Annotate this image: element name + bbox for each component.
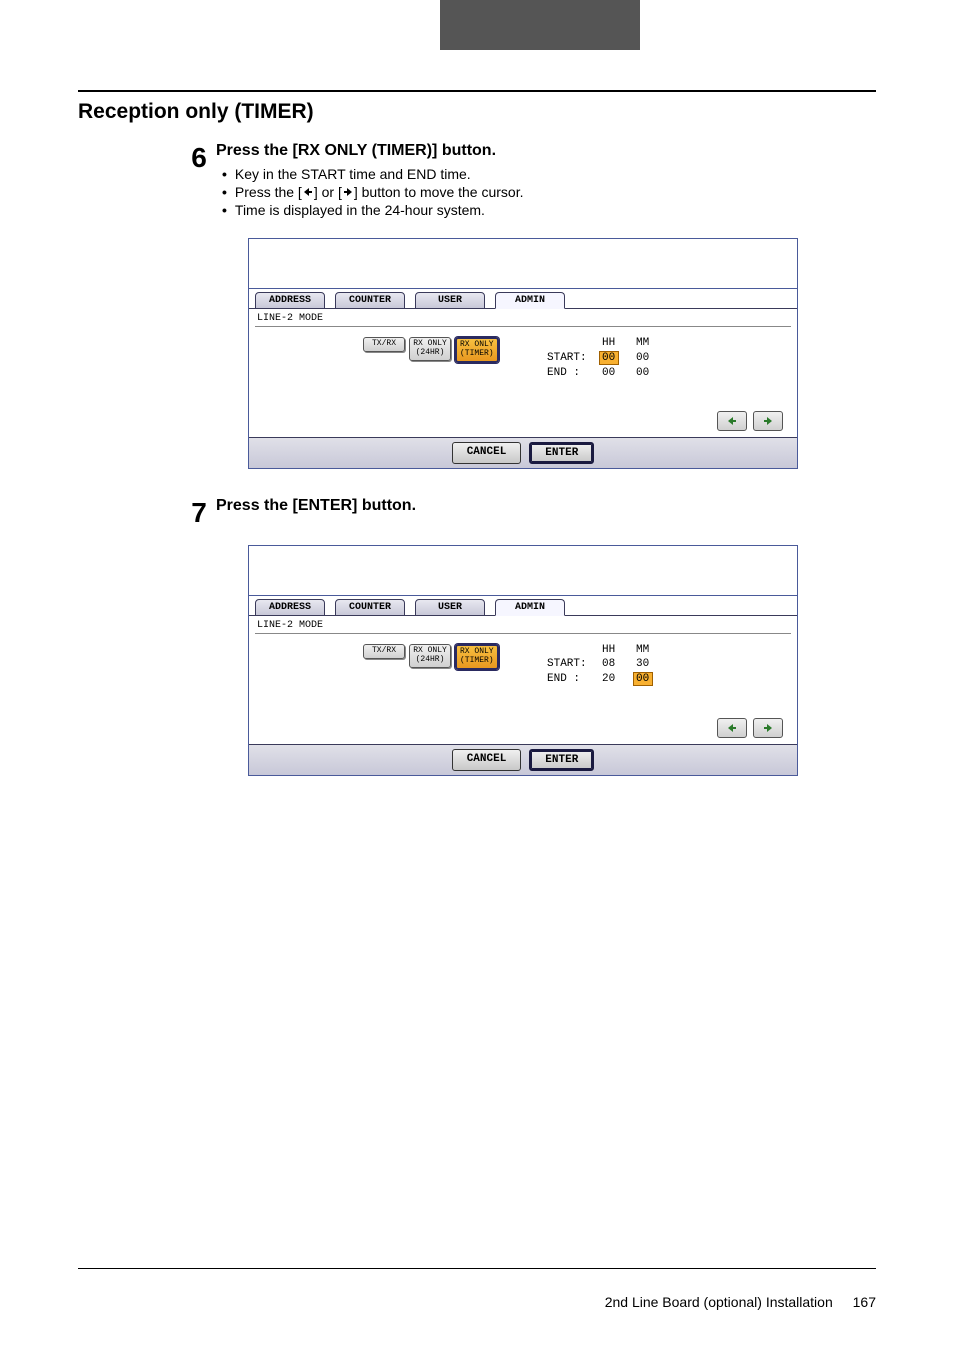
panel-wrap-7: ADDRESS COUNTER USER ADMINLINE-2 MODE TX/RX R… [248, 545, 798, 776]
arrow-right-button[interactable] [753, 411, 783, 431]
tab-user[interactable]: USER [415, 599, 485, 616]
page-footer: 2nd Line Board (optional) Installation 1… [605, 1294, 876, 1310]
page-number: 167 [853, 1294, 876, 1310]
tab-admin[interactable]: ADMIN [495, 599, 565, 616]
footer-text: 2nd Line Board (optional) Installation [605, 1294, 833, 1310]
nav-arrows [249, 405, 797, 437]
mode-button-2[interactable]: RX ONLY(TIMER) [455, 337, 499, 363]
cancel-button[interactable]: CANCEL [452, 749, 522, 771]
mode-label: LINE-2 MODE [249, 616, 797, 631]
mode-button-1[interactable]: RX ONLY(24HR) [409, 644, 451, 668]
mode-buttons: TX/RX RX ONLY(24HR)RX ONLY(TIMER) [257, 335, 527, 405]
panel-blank-area [249, 239, 797, 289]
mode-label: LINE-2 MODE [249, 309, 797, 324]
step-7: 7Press the [ENTER] button. [182, 497, 876, 527]
tab-row: ADDRESS COUNTER USER ADMIN [249, 289, 797, 309]
tab-row: ADDRESS COUNTER USER ADMIN [249, 596, 797, 616]
panel-blank-area [249, 546, 797, 596]
panel-wrap-6: ADDRESS COUNTER USER ADMINLINE-2 MODE TX/RX R… [248, 238, 798, 469]
panel-footer: CANCEL ENTER [249, 437, 797, 468]
rule-top [78, 90, 876, 92]
cancel-button[interactable]: CANCEL [452, 442, 522, 464]
panel-footer: CANCEL ENTER [249, 744, 797, 775]
mode-button-0[interactable]: TX/RX [363, 337, 405, 352]
tab-counter[interactable]: COUNTER [335, 292, 405, 309]
tab-counter[interactable]: COUNTER [335, 599, 405, 616]
page-content: Reception only (TIMER) 6Press the [RX ON… [0, 0, 954, 776]
arrow-left-button[interactable] [717, 718, 747, 738]
step-number: 7 [182, 497, 216, 527]
enter-button[interactable]: ENTER [529, 749, 594, 771]
step-6: 6Press the [RX ONLY (TIMER)] button. Key … [182, 142, 876, 220]
arrow-left-button[interactable] [717, 411, 747, 431]
tab-admin[interactable]: ADMIN [495, 292, 565, 309]
settings-panel: ADDRESS COUNTER USER ADMINLINE-2 MODE TX/RX R… [248, 238, 798, 469]
bullet-list: Key in the START time and END time. Press… [222, 166, 876, 218]
header-tab-dark [440, 0, 640, 50]
tab-address[interactable]: ADDRESS [255, 292, 325, 309]
arrow-left-icon [302, 184, 314, 200]
enter-button[interactable]: ENTER [529, 442, 594, 464]
tab-user[interactable]: USER [415, 292, 485, 309]
arrow-right-button[interactable] [753, 718, 783, 738]
nav-arrows [249, 712, 797, 744]
mode-button-1[interactable]: RX ONLY(24HR) [409, 337, 451, 361]
panel-divider [255, 633, 791, 634]
tab-address[interactable]: ADDRESS [255, 599, 325, 616]
bullet-item: Press the [] or [] button to move the cu… [222, 184, 876, 200]
bullet-item: Time is displayed in the 24-hour system. [222, 202, 876, 218]
time-grid: HHMMSTART:0830END :2000 [537, 642, 665, 712]
rule-bottom [78, 1268, 876, 1269]
step-heading: Press the [RX ONLY (TIMER)] button. [216, 142, 876, 160]
step-heading: Press the [ENTER] button. [216, 497, 876, 515]
arrow-right-icon [342, 184, 354, 200]
mode-button-0[interactable]: TX/RX [363, 644, 405, 659]
time-grid: HHMMSTART:0000END :0000 [537, 335, 665, 405]
step-number: 6 [182, 142, 216, 220]
mode-button-2[interactable]: RX ONLY(TIMER) [455, 644, 499, 670]
section-title: Reception only (TIMER) [78, 100, 876, 124]
mode-buttons: TX/RX RX ONLY(24HR)RX ONLY(TIMER) [257, 642, 527, 712]
settings-panel: ADDRESS COUNTER USER ADMINLINE-2 MODE TX/RX R… [248, 545, 798, 776]
panel-divider [255, 326, 791, 327]
bullet-item: Key in the START time and END time. [222, 166, 876, 182]
